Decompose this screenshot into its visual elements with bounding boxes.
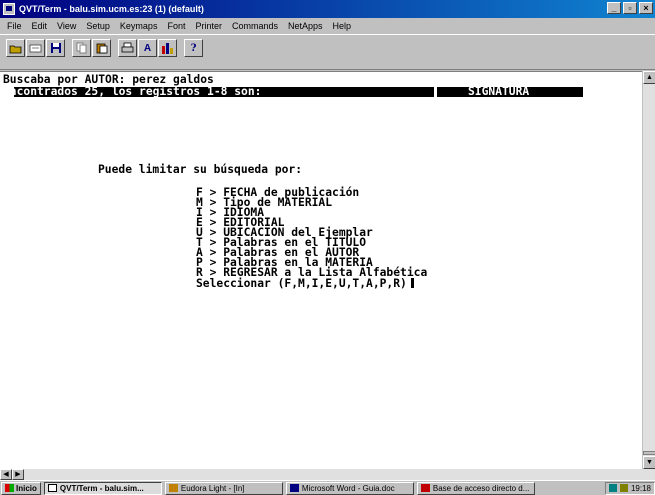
app-icon[interactable]	[3, 3, 15, 15]
maximize-button[interactable]: ▫	[623, 2, 637, 14]
task-label: QVT/Term - balu.sim...	[59, 483, 144, 493]
menu-edit[interactable]: Edit	[27, 21, 53, 31]
menu-help[interactable]: Help	[328, 21, 357, 31]
toolbar: A ?	[0, 34, 655, 70]
scroll-left-arrow-icon[interactable]: ◀	[0, 469, 12, 480]
clock: 19:18	[630, 483, 651, 493]
windows-flag-icon	[5, 484, 14, 492]
print-icon[interactable]	[118, 39, 137, 57]
results-count-line: Encontrados 25, los registros 1-8 son:	[3, 85, 262, 98]
scroll-down-arrow-icon[interactable]: ▼	[643, 456, 655, 469]
start-button[interactable]: Inicio	[1, 481, 41, 495]
chart-icon[interactable]	[158, 39, 177, 57]
menu-printer[interactable]: Printer	[190, 21, 227, 31]
save-icon[interactable]	[46, 39, 65, 57]
selection-prompt[interactable]: Seleccionar (F,M,I,E,U,T,A,P,R)	[196, 278, 414, 289]
terminal-icon	[47, 484, 57, 492]
copy-icon[interactable]	[72, 39, 91, 57]
menu-view[interactable]: View	[52, 21, 81, 31]
scroll-up-arrow-icon[interactable]: ▲	[643, 71, 655, 84]
menu-commands[interactable]: Commands	[227, 21, 283, 31]
mail-icon	[168, 484, 178, 492]
connect-icon[interactable]	[26, 39, 45, 57]
word-icon	[289, 484, 299, 492]
limit-heading: Puede limitar su búsqueda por:	[98, 163, 303, 176]
volume-icon[interactable]	[619, 484, 628, 492]
menu-font[interactable]: Font	[162, 21, 190, 31]
menu-keymaps[interactable]: Keymaps	[115, 21, 163, 31]
start-label: Inicio	[16, 483, 37, 493]
task-label: Eudora Light - [In]	[180, 483, 245, 493]
vertical-scrollbar[interactable]: ▲ ▼	[642, 71, 655, 469]
help-icon[interactable]: ?	[184, 39, 203, 57]
scroll-right-arrow-icon[interactable]: ▶	[12, 469, 24, 480]
window-title: QVT/Term - balu.sim.ucm.es:23 (1) (defau…	[19, 4, 204, 14]
menu-setup[interactable]: Setup	[81, 21, 115, 31]
text-cursor	[410, 278, 414, 288]
title-bar: QVT/Term - balu.sim.ucm.es:23 (1) (defau…	[0, 0, 655, 18]
task-label: Microsoft Word - Guia.doc	[301, 483, 395, 493]
font-icon[interactable]: A	[138, 39, 157, 57]
open-icon[interactable]	[6, 39, 25, 57]
menu-file[interactable]: File	[2, 21, 27, 31]
signatura-header: SIGNATURA	[468, 85, 530, 98]
task-qvt-term[interactable]: QVT/Term - balu.sim...	[43, 481, 162, 495]
network-icon[interactable]	[608, 484, 617, 492]
task-base[interactable]: Base de acceso directo d...	[416, 481, 535, 495]
search-query-line: Buscaba por AUTOR: perez galdos	[3, 73, 214, 86]
task-word[interactable]: Microsoft Word - Guia.doc	[285, 481, 414, 495]
paste-icon[interactable]	[92, 39, 111, 57]
menu-bar: File Edit View Setup Keymaps Font Printe…	[0, 18, 655, 34]
window-controls: _ ▫ ×	[607, 2, 653, 14]
taskbar: Inicio QVT/Term - balu.sim... Eudora Lig…	[0, 480, 655, 495]
menu-netapps[interactable]: NetApps	[283, 21, 328, 31]
task-label: Base de acceso directo d...	[432, 483, 530, 493]
scroll-thumb[interactable]	[643, 451, 655, 455]
prompt-text: Seleccionar (F,M,I,E,U,T,A,P,R)	[196, 277, 407, 290]
close-button[interactable]: ×	[639, 2, 653, 14]
horizontal-scrollbar[interactable]: ◀ ▶	[0, 469, 655, 480]
database-icon	[420, 484, 430, 492]
task-eudora[interactable]: Eudora Light - [In]	[164, 481, 283, 495]
minimize-button[interactable]: _	[607, 2, 621, 14]
terminal-screen[interactable]: Buscaba por AUTOR: perez galdos Encontra…	[0, 71, 642, 469]
system-tray: 19:18	[604, 481, 655, 495]
